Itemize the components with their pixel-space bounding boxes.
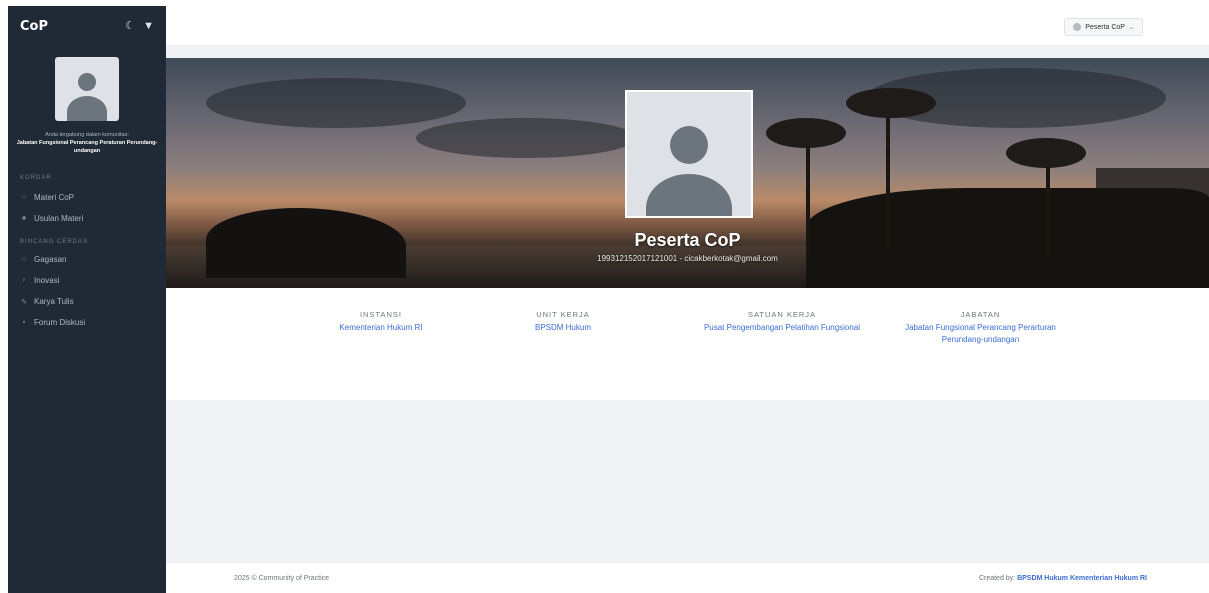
app-root: CoP ☾ ▼ Anda tergabung dalam komunitas: … xyxy=(0,0,1209,593)
info-label: INSTANSI xyxy=(359,310,403,319)
footer-copyright: 2025 © Community of Practice xyxy=(234,575,330,582)
user-menu-button[interactable]: Peserta CoP ⌄ xyxy=(1064,18,1143,36)
section-label-bincang-cerdas: BINCANG CERDAS xyxy=(20,239,89,245)
comments-icon: ▪ xyxy=(22,319,26,326)
chevron-down-icon: ⌄ xyxy=(1128,24,1134,31)
banner-cloud xyxy=(206,78,466,128)
brand-icons: ☾ ▼ xyxy=(125,20,154,32)
sidebar-item-inovasi[interactable]: ♀ Inovasi xyxy=(8,270,166,291)
sidebar-item-label: Usulan Materi xyxy=(34,214,84,223)
bookmark-icon[interactable]: ▼ xyxy=(143,20,154,32)
info-value: Jabatan Fungsional Perancang Perarturan … xyxy=(905,323,1056,344)
sidebar-item-label: Forum Diskusi xyxy=(34,318,86,327)
topbar: Peserta CoP ⌄ xyxy=(166,6,1209,46)
banner-palm xyxy=(766,118,846,148)
sidebar-item-label: Inovasi xyxy=(34,276,60,285)
section-label-kordar: KORDAR xyxy=(20,175,52,181)
banner-palm xyxy=(886,98,890,248)
info-value: BPSDM Hukum xyxy=(534,323,591,332)
info-instansi: INSTANSI Kementerian Hukum RI xyxy=(296,310,466,334)
footer: 2025 © Community of Practice Created by:… xyxy=(166,562,1209,593)
header-spacer xyxy=(166,46,1209,58)
sidebar-item-karya-tulis[interactable]: ✎ Karya Tulis xyxy=(8,291,166,312)
pen-icon: ✎ xyxy=(21,298,27,306)
info-jabatan: JABATAN Jabatan Fungsional Perancang Per… xyxy=(888,310,1073,346)
lightbulb-icon: ♀ xyxy=(21,277,27,284)
moon-icon[interactable]: ☾ xyxy=(125,20,135,32)
sidebar-item-label: Materi CoP xyxy=(34,193,75,202)
avatar xyxy=(55,57,119,121)
info-value: Kementerian Hukum RI xyxy=(339,323,423,332)
info-value: Pusat Pengembangan Pelatihan Fungsional xyxy=(703,323,861,332)
profile-avatar xyxy=(625,90,753,218)
footer-credit-link[interactable]: BPSDM Hukum Kementerian Hukum RI xyxy=(1017,575,1147,582)
sidebar-profile: Anda tergabung dalam komunitas: Jabatan … xyxy=(8,46,166,155)
footer-credit-prefix: Created by: xyxy=(978,575,1016,582)
user-menu-label: Peserta CoP xyxy=(1085,23,1125,31)
app-title[interactable]: CoP xyxy=(20,19,48,34)
sidebar: CoP ☾ ▼ Anda tergabung dalam komunitas: … xyxy=(8,6,166,593)
sidebar-item-label: Karya Tulis xyxy=(34,297,74,306)
member-text: Anda tergabung dalam komunitas: xyxy=(45,132,129,138)
footer-credit: Created by: BPSDM Hukum Kementerian Huku… xyxy=(979,575,1147,582)
user-icon xyxy=(1073,23,1082,31)
profile-name: Peserta CoP xyxy=(634,230,741,250)
sidebar-item-usulan-materi[interactable]: ♣ Usulan Materi xyxy=(8,208,166,229)
banner-palm xyxy=(846,88,936,118)
sidebar-item-materi-cop[interactable]: ○ Materi CoP xyxy=(8,187,166,208)
users-icon: ♣ xyxy=(21,215,27,222)
chat-icon: ○ xyxy=(21,256,27,263)
profile-info: INSTANSI Kementerian Hukum RI UNIT KERJA… xyxy=(166,288,1209,400)
banner-palm xyxy=(1006,138,1086,168)
content-area xyxy=(166,400,1209,562)
sidebar-brand: CoP ☾ ▼ xyxy=(8,6,166,46)
profile-banner: Peserta CoP 199312152017121001 - cicakbe… xyxy=(166,58,1209,288)
info-label: JABATAN xyxy=(960,310,1001,319)
info-unit-kerja: UNIT KERJA BPSDM Hukum xyxy=(478,310,648,334)
profile-subtitle: 199312152017121001 - cicakberkotak@gmail… xyxy=(597,254,778,263)
banner-cloud xyxy=(416,118,636,158)
circle-icon: ○ xyxy=(21,194,27,201)
sidebar-item-forum-diskusi[interactable]: ▪ Forum Diskusi xyxy=(8,312,166,333)
member-group: Jabatan Fungsional Perancang Peraturan P… xyxy=(16,140,158,154)
info-label: SATUAN KERJA xyxy=(747,310,817,319)
sidebar-item-label: Gagasan xyxy=(34,255,67,264)
info-label: UNIT KERJA xyxy=(536,310,590,319)
info-satuan-kerja: SATUAN KERJA Pusat Pengembangan Pelatiha… xyxy=(692,310,872,334)
sidebar-item-gagasan[interactable]: ○ Gagasan xyxy=(8,249,166,270)
